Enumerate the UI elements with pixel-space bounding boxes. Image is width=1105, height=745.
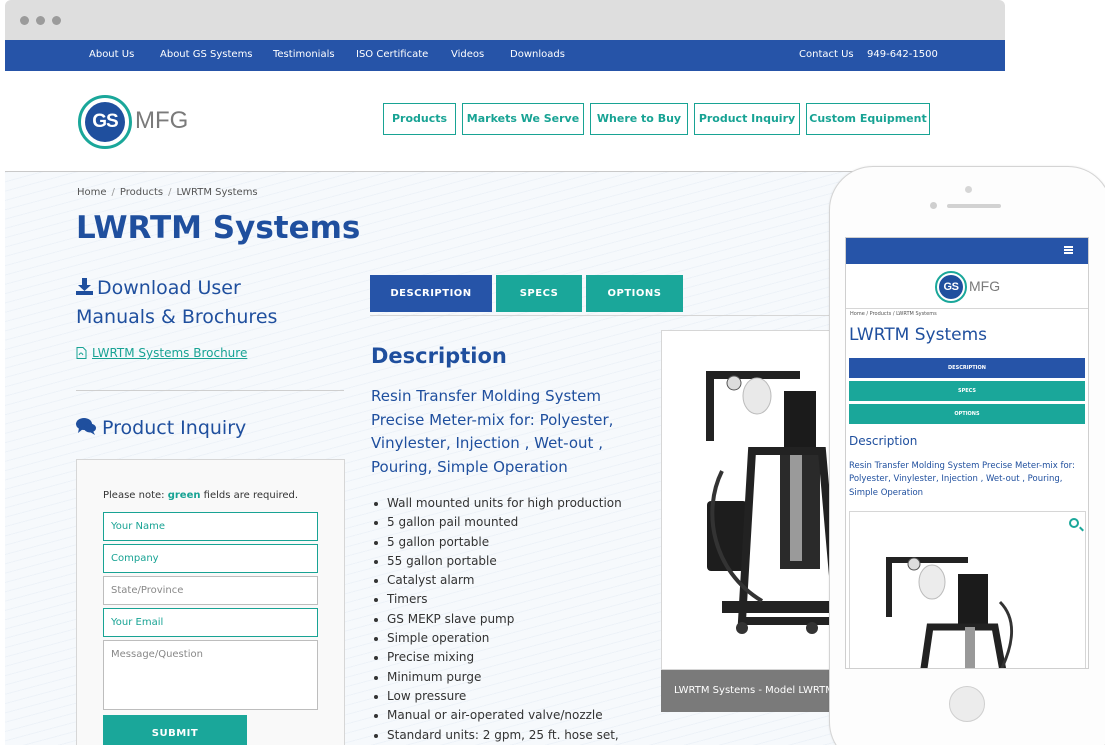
nav-custom-equipment-button[interactable]: Custom Equipment [806, 103, 930, 135]
mobile-breadcrumb-products[interactable]: Products [870, 311, 892, 317]
top-nav-videos[interactable]: Videos [451, 49, 484, 60]
download-icon [76, 278, 93, 295]
mobile-logo-mark-text: GS [939, 275, 963, 299]
inquiry-form: Please note: green fields are required. … [76, 459, 345, 745]
mobile-screen: GS MFG Home / Products / LWRTM Systems L… [845, 237, 1089, 669]
top-utility-bar: About Us About GS Systems Testimonials I… [5, 40, 1005, 71]
breadcrumb-home[interactable]: Home [77, 187, 107, 198]
list-item: Standard units: 2 gpm, 25 ft. hose set, [371, 726, 622, 745]
brochure-link[interactable]: LWRTM Systems Brochure [76, 346, 247, 360]
mobile-phone: GS MFG Home / Products / LWRTM Systems L… [829, 166, 1105, 745]
page-title: LWRTM Systems [76, 210, 361, 246]
pdf-icon [76, 347, 87, 359]
mobile-breadcrumb-current: LWRTM Systems [896, 311, 937, 317]
product-inquiry-heading: Product Inquiry [76, 417, 246, 439]
list-item: Catalyst alarm [371, 571, 622, 590]
site-header: GS MFG Products Markets We Serve Where t… [5, 71, 1005, 172]
logo-mark: GS [78, 95, 132, 149]
email-field[interactable]: Your Email [103, 608, 318, 637]
phone-speaker [947, 204, 1001, 208]
mobile-logo-mark[interactable]: GS [935, 271, 967, 303]
menu-icon[interactable] [1064, 246, 1073, 254]
nav-product-inquiry-button[interactable]: Product Inquiry [694, 103, 800, 135]
feature-list: Wall mounted units for high production 5… [371, 494, 622, 745]
mobile-top-bar [846, 238, 1088, 264]
list-item: 5 gallon pail mounted [371, 513, 622, 532]
tab-divider [370, 315, 850, 316]
note-prefix: Please note: [103, 490, 168, 501]
downloads-heading: Download User Manuals & Brochures [76, 274, 306, 332]
mobile-product-image [886, 557, 1014, 668]
list-item: Timers [371, 590, 622, 609]
logo-text: MFG [135, 107, 189, 134]
mobile-breadcrumb-home[interactable]: Home [850, 311, 865, 317]
window-dot-icon [52, 16, 61, 25]
breadcrumb: Home / Products / LWRTM Systems [77, 187, 258, 198]
top-nav-testimonials[interactable]: Testimonials [273, 49, 335, 60]
list-item: Manual or air-operated valve/nozzle [371, 706, 622, 725]
breadcrumb-current: LWRTM Systems [176, 187, 258, 198]
mobile-tab-specs[interactable]: SPECS [849, 381, 1085, 401]
mobile-header-divider [846, 308, 1088, 309]
mobile-tab-description[interactable]: DESCRIPTION [849, 358, 1085, 378]
browser-chrome [5, 0, 1005, 40]
mobile-logo-text: MFG [969, 278, 1001, 294]
company-field[interactable]: Company [103, 544, 318, 573]
submit-button[interactable]: SUBMIT [103, 715, 247, 745]
nav-where-to-buy-button[interactable]: Where to Buy [590, 103, 688, 135]
product-inquiry-heading-text: Product Inquiry [102, 417, 247, 439]
zoom-icon[interactable] [1069, 518, 1079, 528]
logo-mark-text: GS [85, 102, 125, 142]
state-field[interactable]: State/Province [103, 576, 318, 605]
top-nav-about-us[interactable]: About Us [89, 49, 134, 60]
name-field[interactable]: Your Name [103, 512, 318, 541]
list-item: GS MEKP slave pump [371, 610, 622, 629]
mobile-description-heading: Description [849, 434, 918, 448]
sidebar-divider [76, 390, 344, 391]
stage: About Us About GS Systems Testimonials I… [0, 0, 1105, 745]
mobile-product-photo[interactable] [849, 511, 1086, 668]
list-item: Minimum purge [371, 668, 622, 687]
nav-markets-button[interactable]: Markets We Serve [462, 103, 584, 135]
phone-home-button[interactable] [949, 686, 985, 722]
description-heading: Description [371, 344, 507, 368]
message-field[interactable]: Message/Question [103, 640, 318, 710]
note-suffix: fields are required. [200, 490, 299, 501]
phone-camera [930, 202, 937, 209]
list-item: Wall mounted units for high production [371, 494, 622, 513]
tab-specs[interactable]: SPECS [496, 275, 582, 312]
top-nav-phone[interactable]: 949-642-1500 [867, 49, 938, 60]
list-item: Precise mixing [371, 648, 622, 667]
tab-description[interactable]: DESCRIPTION [370, 275, 492, 312]
top-nav-iso-certificate[interactable]: ISO Certificate [356, 49, 428, 60]
list-item: Simple operation [371, 629, 622, 648]
mobile-tab-options[interactable]: OPTIONS [849, 404, 1085, 424]
list-item: Low pressure [371, 687, 622, 706]
top-nav-about-gs-systems[interactable]: About GS Systems [160, 49, 253, 60]
mobile-breadcrumb: Home / Products / LWRTM Systems [850, 311, 937, 317]
list-item: 5 gallon portable [371, 533, 622, 552]
nav-products-button[interactable]: Products [383, 103, 456, 135]
mobile-page-title: LWRTM Systems [849, 325, 988, 345]
top-nav-contact-us[interactable]: Contact Us [799, 49, 854, 60]
window-dot-icon [36, 16, 45, 25]
note-highlight: green [167, 490, 201, 501]
phone-sensor [965, 186, 972, 193]
list-item: 55 gallon portable [371, 552, 622, 571]
downloads-heading-text: Download User Manuals & Brochures [76, 277, 278, 328]
tab-options[interactable]: OPTIONS [586, 275, 683, 312]
required-note: Please note: green fields are required. [103, 490, 298, 501]
mobile-description-subtitle: Resin Transfer Molding System Precise Me… [849, 461, 1075, 498]
comments-icon [76, 418, 96, 435]
top-nav-downloads[interactable]: Downloads [510, 49, 565, 60]
brochure-link-text[interactable]: LWRTM Systems Brochure [92, 346, 247, 360]
window-dot-icon [20, 16, 29, 25]
breadcrumb-products[interactable]: Products [120, 187, 163, 198]
description-subtitle: Resin Transfer Molding System Precise Me… [371, 387, 614, 476]
